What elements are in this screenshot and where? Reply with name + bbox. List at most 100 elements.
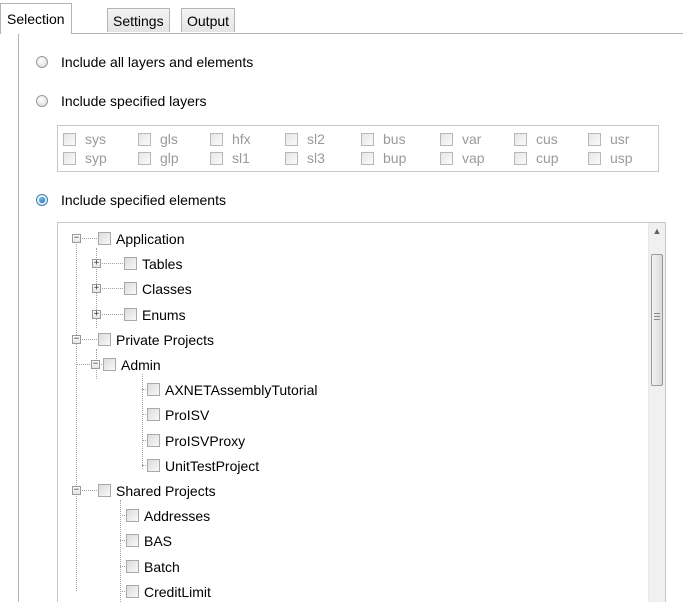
checkbox[interactable]	[588, 132, 601, 146]
tab-selection[interactable]: Selection	[0, 3, 72, 34]
scroll-thumb[interactable]	[651, 254, 663, 386]
tree-node-label[interactable]: CreditLimit	[144, 583, 211, 601]
tree-node-label[interactable]: Admin	[121, 356, 161, 374]
layer-label: usr	[610, 131, 630, 147]
collapse-icon[interactable]: −	[72, 486, 81, 495]
tab-settings[interactable]: Settings	[107, 8, 170, 32]
layer-label: cup	[536, 150, 559, 166]
expand-icon[interactable]: +	[92, 309, 101, 319]
tab-output[interactable]: Output	[181, 8, 236, 32]
layer-checkbox-item[interactable]: glp	[138, 149, 179, 167]
collapse-icon[interactable]: −	[72, 234, 81, 243]
tree-node-label[interactable]: Application	[116, 230, 185, 248]
checkbox[interactable]	[440, 151, 453, 165]
checkbox[interactable]	[63, 132, 76, 146]
option-all-layers[interactable]: Include all layers and elements	[36, 52, 253, 72]
radio-all-layers[interactable]	[36, 56, 48, 68]
tree-node-checkbox[interactable]	[147, 408, 160, 422]
layer-checkbox-item[interactable]: sys	[63, 130, 106, 148]
tree-node-label[interactable]: AXNETAssemblyTutorial	[165, 381, 317, 399]
tab-divider	[0, 33, 683, 34]
option-specified-layers[interactable]: Include specified layers	[36, 91, 207, 111]
panel-border	[18, 33, 19, 602]
checkbox[interactable]	[514, 151, 527, 165]
expand-icon[interactable]: +	[92, 259, 101, 269]
tree-node-checkbox[interactable]	[124, 257, 137, 271]
checkbox[interactable]	[514, 132, 527, 146]
tree-node-checkbox[interactable]	[98, 332, 111, 346]
checkbox[interactable]	[210, 132, 223, 146]
tree-node-checkbox[interactable]	[126, 584, 139, 598]
expand-icon[interactable]: +	[92, 284, 101, 294]
layer-checkbox-item[interactable]: bup	[361, 149, 406, 167]
layer-label: sl2	[307, 131, 325, 147]
layer-label: syp	[85, 150, 107, 166]
tree-node-checkbox[interactable]	[126, 509, 139, 523]
checkbox[interactable]	[285, 132, 298, 146]
checkbox[interactable]	[361, 132, 374, 146]
layer-checkbox-item[interactable]: sl2	[285, 130, 325, 148]
checkbox[interactable]	[285, 151, 298, 165]
layer-label: sl3	[307, 150, 325, 166]
layer-label: cus	[536, 131, 558, 147]
tree-node-checkbox[interactable]	[147, 433, 160, 447]
layer-label: var	[462, 131, 482, 147]
tree-node-label[interactable]: Batch	[144, 558, 180, 576]
tree-connector	[142, 439, 146, 441]
layer-label: usp	[610, 150, 633, 166]
layer-checkbox-item[interactable]: bus	[361, 130, 406, 148]
tree-node-checkbox[interactable]	[124, 282, 137, 296]
checkbox[interactable]	[138, 151, 151, 165]
radio-specified-layers[interactable]	[36, 95, 48, 107]
checkbox[interactable]	[588, 151, 601, 165]
elements-tree[interactable]: ▲ − Application + Tables + Classes + Enums − Priv…	[57, 222, 666, 602]
tree-node-label[interactable]: Shared Projects	[116, 482, 216, 500]
layer-checkbox-item[interactable]: var	[440, 130, 481, 148]
tree-connector	[120, 590, 125, 592]
tree-node-label[interactable]: Private Projects	[116, 331, 214, 349]
scroll-up-icon[interactable]: ▲	[649, 223, 665, 240]
layer-checkbox-item[interactable]: hfx	[210, 130, 251, 148]
tree-connector	[120, 540, 125, 542]
tree-node-checkbox[interactable]	[126, 534, 139, 548]
grip-line	[654, 316, 660, 317]
collapse-icon[interactable]: −	[72, 334, 81, 344]
tree-node-label[interactable]: Addresses	[144, 507, 210, 525]
tree-node-checkbox[interactable]	[126, 559, 139, 573]
tree-node-label[interactable]: Enums	[142, 306, 186, 324]
layer-checkbox-item[interactable]: sl3	[285, 149, 325, 167]
tree-node-label[interactable]: Classes	[142, 280, 192, 298]
tree-node-label[interactable]: UnitTestProject	[165, 457, 259, 475]
checkbox[interactable]	[440, 132, 453, 146]
layer-checkbox-item[interactable]: usr	[588, 130, 629, 148]
tree-node-label[interactable]: BAS	[144, 532, 172, 550]
tree-node-label[interactable]: Tables	[142, 255, 182, 273]
tree-node-checkbox[interactable]	[98, 484, 111, 497]
checkbox[interactable]	[63, 151, 76, 165]
checkbox[interactable]	[210, 151, 223, 165]
layer-checkbox-item[interactable]: vap	[440, 149, 485, 167]
collapse-icon[interactable]: −	[91, 360, 100, 369]
tree-node-label[interactable]: ProISV	[165, 406, 209, 424]
option-specified-elements[interactable]: Include specified elements	[36, 190, 226, 210]
tree-node-checkbox[interactable]	[98, 232, 111, 245]
checkbox[interactable]	[361, 151, 374, 165]
radio-specified-elements[interactable]	[36, 194, 48, 206]
tree-node-checkbox[interactable]	[124, 307, 137, 321]
layer-checkbox-item[interactable]: cus	[514, 130, 558, 148]
tree-connector	[142, 464, 146, 466]
tree-connector	[76, 241, 77, 591]
layer-checkbox-item[interactable]: syp	[63, 149, 107, 167]
tree-node-checkbox[interactable]	[147, 383, 160, 397]
layers-group: sys gls hfx sl2 bus var cus usr syp glp sl1 sl3 bup v…	[57, 125, 659, 172]
layer-checkbox-item[interactable]: gls	[138, 130, 178, 148]
tree-node-checkbox[interactable]	[103, 358, 116, 371]
checkbox[interactable]	[138, 132, 151, 146]
tree-node-checkbox[interactable]	[147, 458, 160, 472]
tree-node-label[interactable]: ProISVProxy	[165, 432, 245, 450]
layer-checkbox-item[interactable]: usp	[588, 149, 633, 167]
layer-checkbox-item[interactable]: sl1	[210, 149, 250, 167]
radio-label: Include specified layers	[61, 93, 207, 109]
vertical-scrollbar[interactable]: ▲	[648, 223, 665, 602]
layer-checkbox-item[interactable]: cup	[514, 149, 559, 167]
